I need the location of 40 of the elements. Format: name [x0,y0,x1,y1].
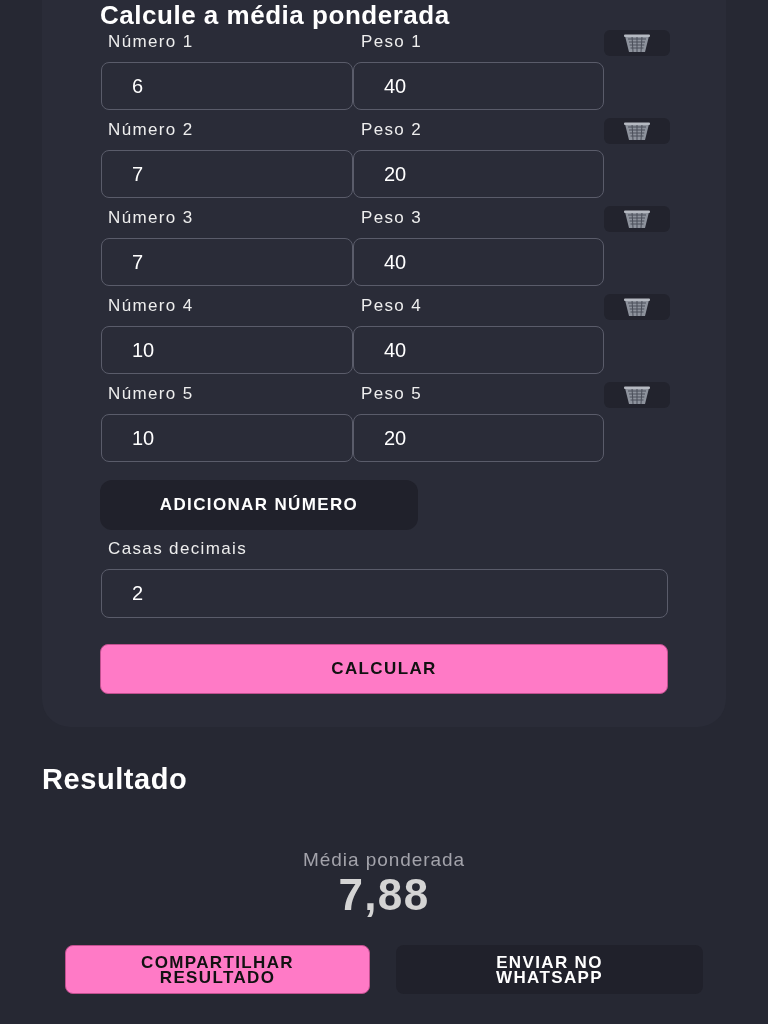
number-input[interactable]: 7 [101,238,353,286]
weight-label: Peso 4 [360,295,423,317]
number-label: Número 4 [107,295,194,317]
number-input[interactable]: 10 [101,414,353,462]
delete-button[interactable] [604,206,670,232]
weight-input[interactable]: 40 [353,238,604,286]
weight-input[interactable]: 20 [353,414,604,462]
weight-label: Peso 5 [360,383,423,405]
trash-icon [624,121,650,141]
decimals-label: Casas decimais [107,538,249,560]
decimals-input[interactable]: 2 [101,569,668,618]
weight-input[interactable]: 40 [353,326,604,374]
weight-input[interactable]: 20 [353,150,604,198]
trash-icon [624,385,650,405]
number-label: Número 1 [107,31,194,53]
delete-button[interactable] [604,294,670,320]
delete-button[interactable] [604,382,670,408]
delete-button[interactable] [604,30,670,56]
weight-label: Peso 1 [360,31,423,53]
number-input[interactable]: 6 [101,62,353,110]
result-label: Média ponderada [302,848,466,872]
send-whatsapp-button[interactable]: ENVIAR NO WHATSAPP [396,945,703,994]
number-input[interactable]: 7 [101,150,353,198]
result-value: 7,88 [338,872,430,918]
result-heading: Resultado [42,762,188,796]
weight-label: Peso 2 [360,119,423,141]
share-result-button[interactable]: COMPARTILHAR RESULTADO [65,945,370,994]
trash-icon [624,209,650,229]
weight-label: Peso 3 [360,207,423,229]
number-label: Número 5 [107,383,194,405]
number-label: Número 3 [107,207,194,229]
calculate-button[interactable]: CALCULAR [100,644,668,694]
number-label: Número 2 [107,119,194,141]
form-title: Calcule a média ponderada [100,0,451,30]
trash-icon [624,33,650,53]
delete-button[interactable] [604,118,670,144]
number-input[interactable]: 10 [101,326,353,374]
weight-input[interactable]: 40 [353,62,604,110]
add-number-button[interactable]: ADICIONAR NÚMERO [100,480,418,530]
trash-icon [624,297,650,317]
